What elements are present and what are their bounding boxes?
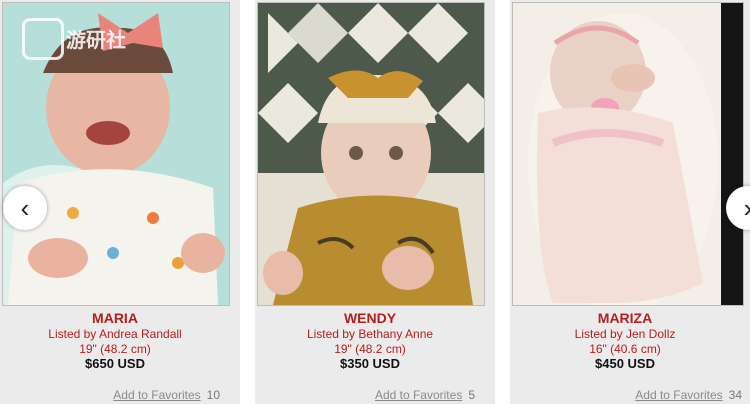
watermark-icon xyxy=(22,18,64,60)
watermark-logo: 游研社 xyxy=(22,18,152,60)
listing-seller[interactable]: Listed by Andrea Randall xyxy=(0,327,230,341)
baby-photo-wendy xyxy=(258,3,484,305)
carousel-prev-button[interactable]: ‹ xyxy=(3,186,47,230)
listing-price: $650 USD xyxy=(85,356,145,371)
listing-size: 19" (48.2 cm) xyxy=(79,342,151,356)
favorites-count: 5 xyxy=(468,388,475,402)
favorites-count: 10 xyxy=(206,388,220,402)
listing-price: $350 USD xyxy=(340,356,400,371)
listing-price: $450 USD xyxy=(595,356,655,371)
favorites-row: Add to Favorites 5 xyxy=(375,388,475,402)
chevron-right-icon: › xyxy=(744,193,750,224)
listing-name[interactable]: MARIZA xyxy=(510,310,740,326)
favorites-row: Add to Favorites 34 xyxy=(635,388,742,402)
listing-seller[interactable]: Listed by Bethany Anne xyxy=(255,327,485,341)
listing-photo[interactable] xyxy=(257,2,485,306)
favorites-row: Add to Favorites 10 xyxy=(113,388,220,402)
add-to-favorites-link[interactable]: Add to Favorites xyxy=(635,388,722,402)
favorites-count: 34 xyxy=(728,388,742,402)
chevron-left-icon: ‹ xyxy=(20,192,30,223)
listing-seller[interactable]: Listed by Jen Dollz xyxy=(510,327,740,341)
watermark-text: 游研社 xyxy=(66,30,126,52)
add-to-favorites-link[interactable]: Add to Favorites xyxy=(375,388,462,402)
listing-size: 16" (40.6 cm) xyxy=(589,342,661,356)
listing-photo[interactable] xyxy=(512,2,744,306)
add-to-favorites-link[interactable]: Add to Favorites xyxy=(113,388,200,402)
listing-size: 19" (48.2 cm) xyxy=(334,342,406,356)
baby-photo-mariza xyxy=(513,3,743,305)
listing-card[interactable]: MARIZA Listed by Jen Dollz 16" (40.6 cm)… xyxy=(510,0,750,404)
listing-name[interactable]: WENDY xyxy=(255,310,485,326)
listing-name[interactable]: MARIA xyxy=(0,310,230,326)
listing-card[interactable]: WENDY Listed by Bethany Anne 19" (48.2 c… xyxy=(255,0,495,404)
